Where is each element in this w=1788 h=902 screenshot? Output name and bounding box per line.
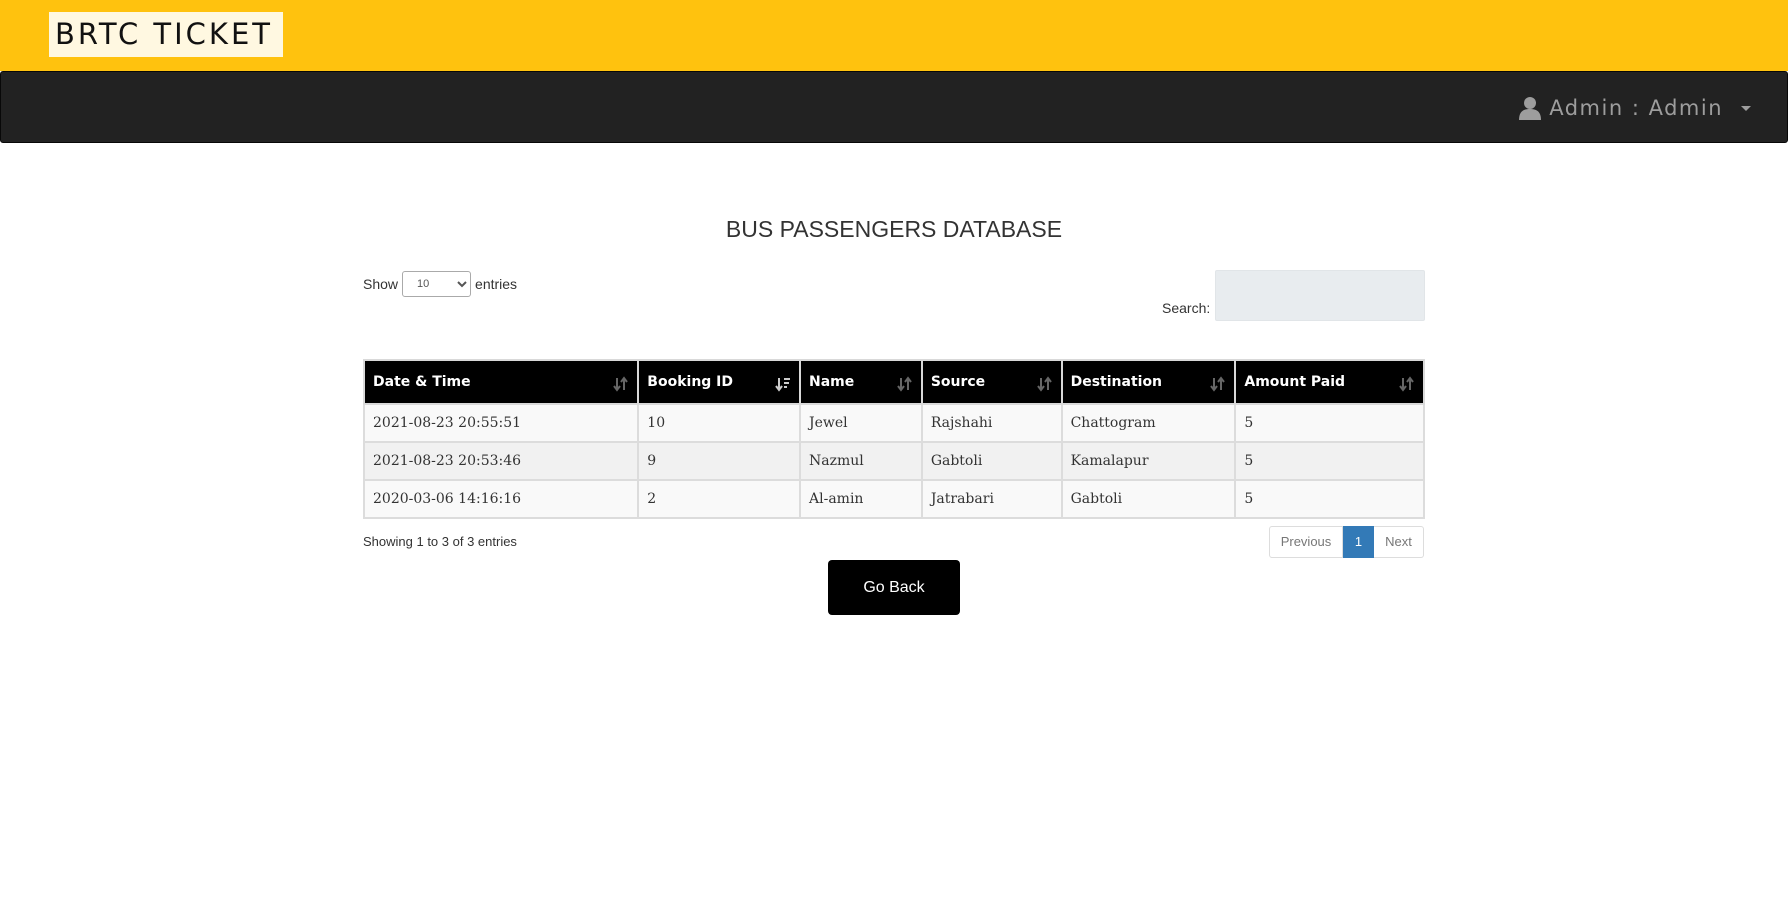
entries-per-page-select[interactable]: 10 <box>402 271 472 297</box>
column-header-source[interactable]: Source <box>920 359 1063 405</box>
cell-date-time: 2020-03-06 14:16:16 <box>362 479 640 519</box>
table-row: 2020-03-06 14:16:16 2 Al-amin Jatrabari … <box>362 479 1425 519</box>
entries-label: entries <box>475 276 518 292</box>
sort-icon <box>613 376 629 392</box>
cell-amount-paid: 5 <box>1234 479 1425 519</box>
sort-icon <box>1399 376 1414 392</box>
cell-name: Nazmul <box>799 441 923 481</box>
sort-icon <box>897 376 912 392</box>
cell-name: Jewel <box>799 403 923 443</box>
table-row: 2021-08-23 20:53:46 9 Nazmul Gabtoli Kam… <box>362 441 1425 481</box>
cell-destination: Kamalapur <box>1060 441 1237 481</box>
search-label: Search: <box>1162 300 1211 316</box>
cell-destination: Gabtoli <box>1060 479 1237 519</box>
cell-booking-id: 10 <box>637 403 801 443</box>
column-header-label: Amount Paid <box>1244 374 1346 390</box>
column-header-date-time[interactable]: Date & Time <box>362 359 640 405</box>
column-header-label: Name <box>809 374 855 390</box>
page-title: BUS PASSENGERS DATABASE <box>725 216 1063 242</box>
cell-source: Rajshahi <box>920 403 1063 443</box>
column-header-label: Destination <box>1070 374 1163 390</box>
pagination: Previous 1 Next <box>1269 526 1424 558</box>
user-label: Admin : Admin <box>1549 96 1723 120</box>
column-header-amount-paid[interactable]: Amount Paid <box>1234 359 1425 405</box>
page-1-button[interactable]: 1 <box>1343 526 1374 558</box>
user-menu-dropdown[interactable]: Admin : Admin <box>1519 94 1751 122</box>
caret-down-icon <box>1741 105 1751 111</box>
column-header-name[interactable]: Name <box>799 359 923 405</box>
search-input[interactable] <box>1215 270 1425 321</box>
column-header-booking-id[interactable]: Booking ID <box>637 359 801 405</box>
sort-icon <box>1036 376 1052 392</box>
length-control: Show 10 entries <box>363 271 517 297</box>
top-header: BRTC TICKET <box>0 0 1788 71</box>
passengers-table: Date & Time Booking ID Name Source Desti… <box>362 359 1425 519</box>
table-row: 2021-08-23 20:55:51 10 Jewel Rajshahi Ch… <box>362 403 1425 443</box>
brand-logo[interactable]: BRTC TICKET <box>49 12 283 57</box>
cell-name: Al-amin <box>799 479 923 519</box>
show-label: Show <box>363 276 399 292</box>
cell-destination: Chattogram <box>1060 403 1237 443</box>
go-back-button[interactable]: Go Back <box>828 560 960 615</box>
cell-date-time: 2021-08-23 20:53:46 <box>362 441 640 481</box>
table-header-row: Date & Time Booking ID Name Source Desti… <box>362 359 1425 405</box>
cell-booking-id: 9 <box>637 441 801 481</box>
next-page-button[interactable]: Next <box>1374 526 1424 558</box>
cell-booking-id: 2 <box>637 479 801 519</box>
previous-page-button[interactable]: Previous <box>1269 526 1343 558</box>
navbar: Admin : Admin <box>0 71 1788 143</box>
column-header-label: Date & Time <box>373 374 471 390</box>
column-header-destination[interactable]: Destination <box>1060 359 1237 405</box>
table-info: Showing 1 to 3 of 3 entries <box>363 534 517 549</box>
cell-source: Jatrabari <box>920 479 1063 519</box>
user-icon <box>1519 97 1542 120</box>
cell-amount-paid: 5 <box>1234 403 1425 443</box>
sort-desc-icon <box>775 378 790 392</box>
column-header-label: Booking ID <box>647 374 734 390</box>
cell-source: Gabtoli <box>920 441 1063 481</box>
column-header-label: Source <box>930 374 986 390</box>
cell-date-time: 2021-08-23 20:55:51 <box>362 403 640 443</box>
sort-icon <box>1210 376 1226 392</box>
cell-amount-paid: 5 <box>1234 441 1425 481</box>
